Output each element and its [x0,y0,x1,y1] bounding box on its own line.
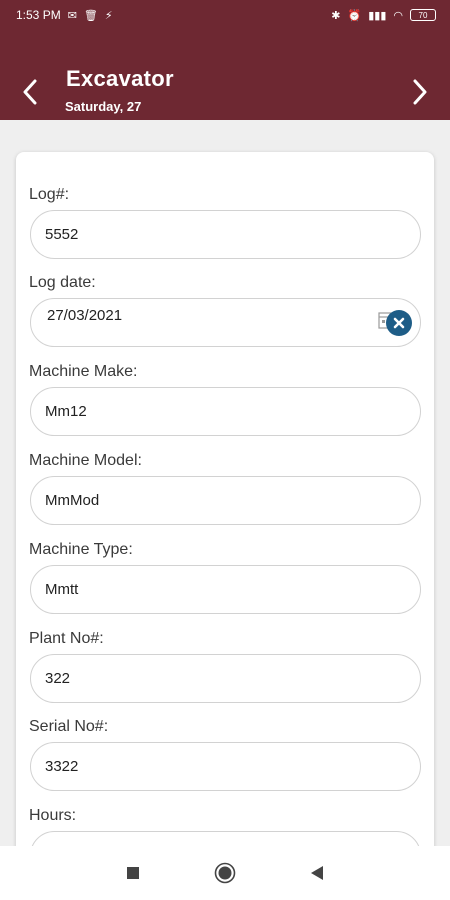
next-button[interactable] [404,74,436,110]
page-title: Excavator [66,66,174,91]
chevron-right-icon [413,79,427,105]
log-date-label: Log date: [29,274,96,291]
close-icon [393,317,405,329]
battery-level: 70 [418,10,428,20]
no-signal-icon: ⚡ [104,9,113,22]
plant-number-label: Plant No#: [29,630,104,647]
app-bar: 1:53 PM ✉ 🗑 ⚡ ✱ ⏰ ▮▮▮ ◠ 70 Excavator Sat… [0,0,450,120]
log-number-label: Log#: [29,186,70,203]
log-form-card: Log#: Log date: 27/03/2021 Machine Make:… [16,152,434,880]
recents-button[interactable] [126,866,140,880]
bluetooth-icon: ✱ [331,9,341,22]
serial-number-label: Serial No#: [29,718,109,735]
machine-model-label: Machine Model: [29,452,142,469]
machine-type-label: Machine Type: [29,541,133,558]
machine-type-input[interactable] [30,565,421,614]
plant-number-input[interactable] [30,654,421,703]
wifi-icon: ◠ [393,9,403,22]
back-button[interactable] [310,865,324,881]
machine-model-input[interactable] [30,476,421,525]
clear-date-button[interactable] [386,310,412,336]
mail-icon: ✉ [67,9,77,22]
page-subtitle: Saturday, 27 [65,99,142,114]
alarm-icon: ⏰ [347,9,362,22]
chevron-left-icon [23,79,37,105]
log-date-input[interactable]: 27/03/2021 [30,298,421,347]
status-bar: 1:53 PM ✉ 🗑 ⚡ ✱ ⏰ ▮▮▮ ◠ 70 [0,0,450,30]
trash-icon: 🗑 [83,9,98,22]
machine-make-input[interactable] [30,387,421,436]
machine-make-label: Machine Make: [29,363,138,380]
signal-icon: ▮▮▮ [368,9,387,22]
home-button[interactable] [214,862,236,884]
system-navigation-bar [0,846,450,900]
log-number-input[interactable] [30,210,421,259]
previous-button[interactable] [14,74,46,110]
serial-number-input[interactable] [30,742,421,791]
battery-icon: 70 [410,9,436,21]
log-date-value: 27/03/2021 [47,307,123,324]
hours-label: Hours: [29,807,77,824]
status-time: 1:53 PM [16,8,61,22]
